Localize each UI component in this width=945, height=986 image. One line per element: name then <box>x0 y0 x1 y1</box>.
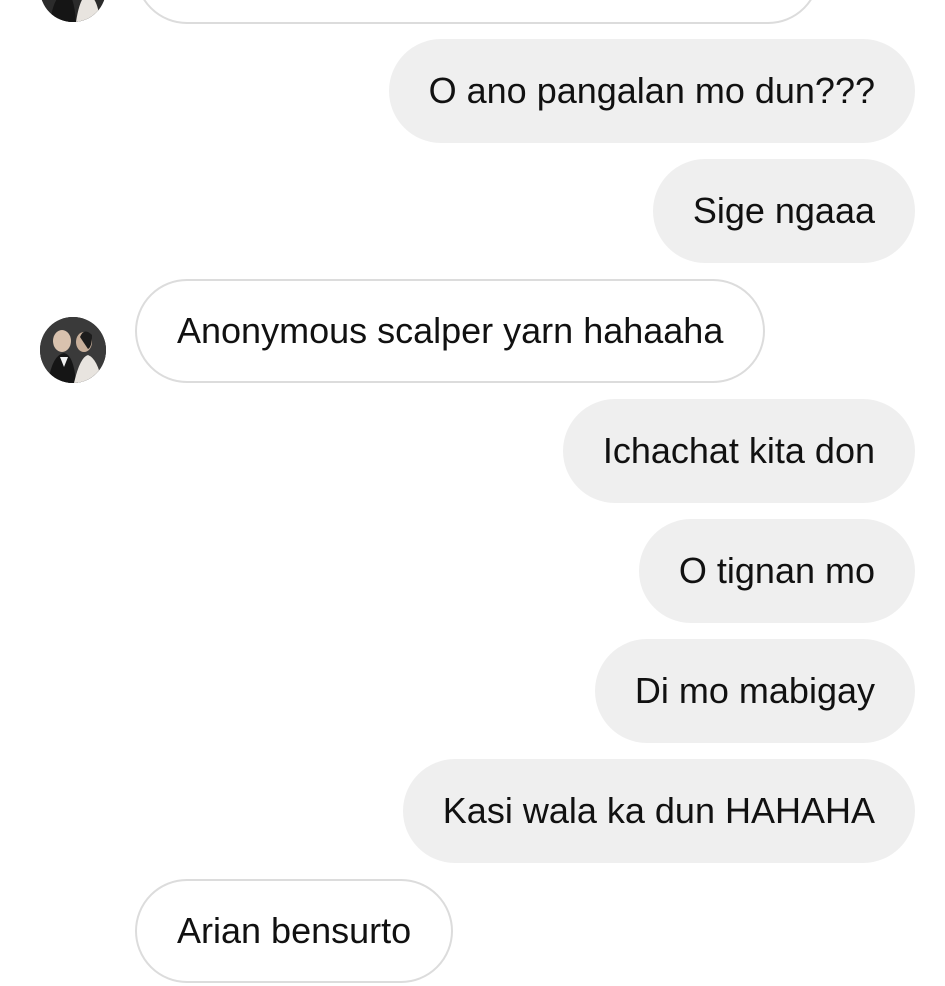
message-text: Di mo mabigay <box>634 670 875 711</box>
outgoing-message-bubble[interactable]: Sige ngaaa <box>652 159 915 263</box>
incoming-message-bubble[interactable]: Anonymous scalper yarn hahaaha <box>135 279 766 383</box>
message-text: Anonymous scalper yarn hahaaha <box>177 310 724 351</box>
incoming-message-bubble[interactable] <box>135 0 820 24</box>
message-thread[interactable]: O ano pangalan mo dun??? Sige ngaaa Anon… <box>0 0 945 986</box>
message-text: Ichachat kita don <box>602 430 875 471</box>
message-text: Sige ngaaa <box>692 190 875 231</box>
incoming-message-bubble[interactable]: Arian bensurto <box>135 879 454 983</box>
message-text: O tignan mo <box>678 550 875 591</box>
message-text: Arian bensurto <box>177 910 412 951</box>
message-text: O ano pangalan mo dun??? <box>428 70 875 111</box>
contact-avatar-photo-icon[interactable] <box>40 0 106 22</box>
outgoing-message-bubble[interactable]: O ano pangalan mo dun??? <box>388 39 915 143</box>
contact-avatar-photo-icon[interactable] <box>40 317 106 383</box>
outgoing-message-bubble[interactable]: Di mo mabigay <box>594 639 915 743</box>
outgoing-message-bubble[interactable]: Kasi wala ka dun HAHAHA <box>402 759 915 863</box>
outgoing-message-bubble[interactable]: O tignan mo <box>638 519 915 623</box>
message-text: Kasi wala ka dun HAHAHA <box>442 790 875 831</box>
outgoing-message-bubble[interactable]: Ichachat kita don <box>562 399 915 503</box>
